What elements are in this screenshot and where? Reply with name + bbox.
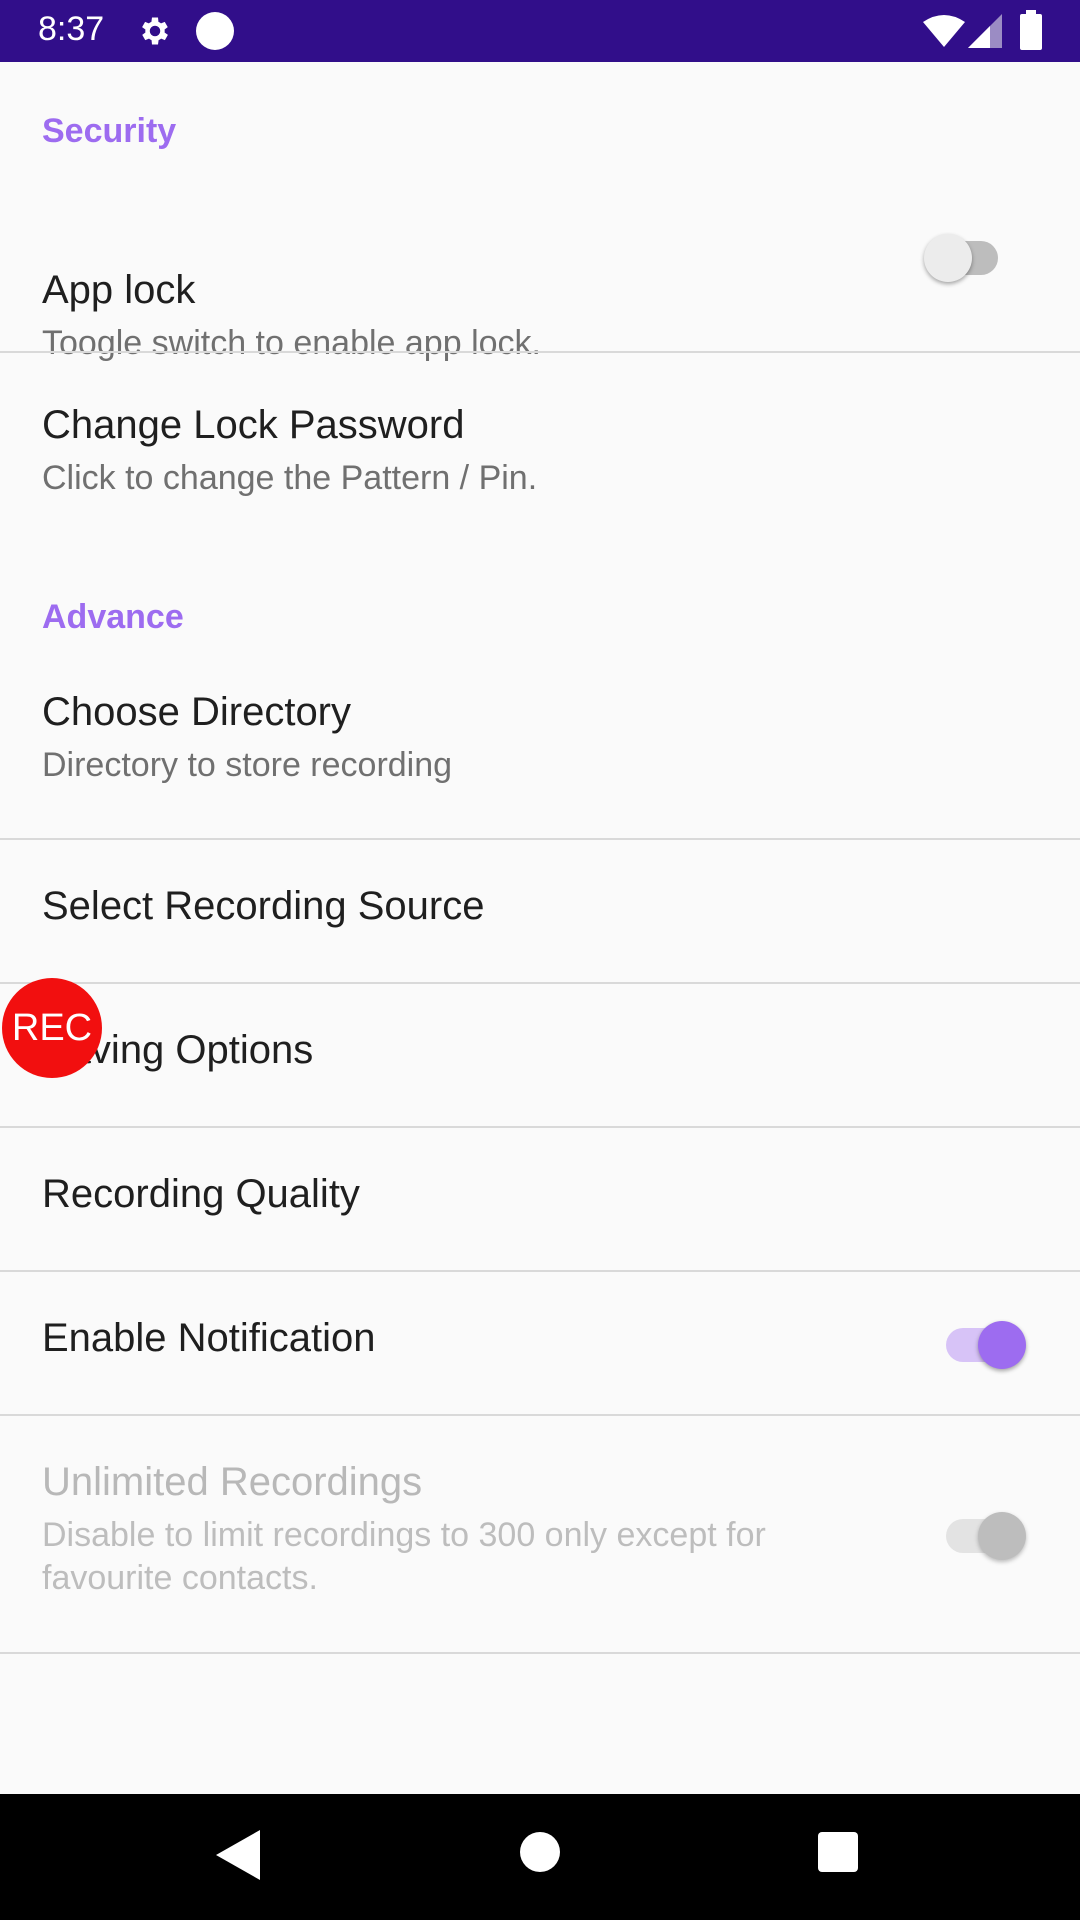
pref-recording-quality[interactable]: Recording Quality <box>0 1128 1080 1270</box>
status-time: 8:37 <box>38 10 105 48</box>
switch-thumb <box>978 1321 1026 1369</box>
pref-enable-notification[interactable]: Enable Notification <box>0 1272 1080 1414</box>
battery-icon <box>1020 10 1042 50</box>
recents-icon[interactable] <box>818 1832 858 1872</box>
rec-bubble[interactable]: REC <box>2 978 102 1078</box>
pref-summary: Disable to limit recordings to 300 only … <box>42 1516 766 1597</box>
pref-title: Choose Directory <box>42 690 352 734</box>
pref-select-recording-source[interactable]: Select Recording Source <box>0 840 1080 982</box>
pref-summary: Click to change the Pattern / Pin. <box>42 459 538 497</box>
divider <box>0 1652 1080 1654</box>
pref-title: App lock <box>42 268 196 312</box>
app-lock-switch[interactable] <box>924 224 1014 284</box>
pref-title: Enable Notification <box>42 1316 376 1360</box>
pref-saving-options[interactable]: Saving Options <box>0 984 1080 1126</box>
pref-app-lock[interactable]: App lock Toogle switch to enable app loc… <box>0 182 1080 362</box>
pref-title: Unlimited Recordings <box>42 1460 423 1504</box>
pref-summary: Directory to store recording <box>42 746 453 784</box>
section-header-advance: Advance <box>42 598 184 636</box>
pref-title: Recording Quality <box>42 1172 360 1216</box>
unlimited-recordings-switch <box>938 1502 1028 1562</box>
pref-title: Change Lock Password <box>42 403 465 447</box>
status-bar: 8:37 <box>0 0 1080 62</box>
pref-change-lock-password[interactable]: Change Lock Password Click to change the… <box>0 353 1080 593</box>
pref-choose-directory[interactable]: Choose Directory Directory to store reco… <box>0 672 1080 838</box>
wifi-icon <box>923 15 965 47</box>
enable-notification-switch[interactable] <box>938 1311 1028 1371</box>
home-icon[interactable] <box>520 1832 560 1872</box>
switch-thumb <box>924 234 972 282</box>
navigation-bar <box>0 1794 1080 1920</box>
pref-title: Select Recording Source <box>42 884 485 928</box>
switch-thumb <box>978 1512 1026 1560</box>
section-header-security: Security <box>42 112 177 150</box>
circle-icon <box>196 12 234 50</box>
signal-icon <box>968 14 1002 48</box>
pref-unlimited-recordings: Unlimited Recordings Disable to limit re… <box>0 1416 1080 1652</box>
back-icon[interactable] <box>216 1830 260 1880</box>
gear-icon <box>142 17 168 45</box>
